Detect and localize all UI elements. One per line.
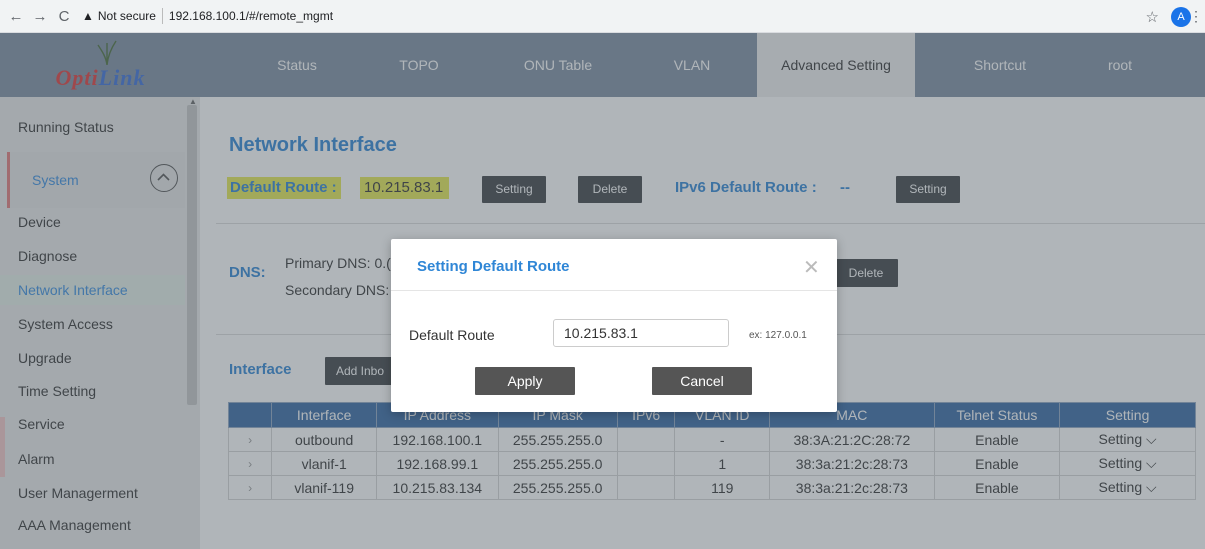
warning-icon: ▲ bbox=[82, 9, 94, 23]
default-route-input[interactable] bbox=[553, 319, 729, 347]
reload-icon[interactable]: C bbox=[52, 4, 76, 28]
profile-avatar[interactable]: A bbox=[1171, 7, 1191, 27]
address-bar[interactable]: ▲ Not secure 192.168.100.1/#/remote_mgmt bbox=[82, 8, 333, 24]
security-label: Not secure bbox=[97, 9, 156, 23]
dialog-divider bbox=[391, 290, 837, 291]
menu-icon[interactable]: ⋮ bbox=[1189, 8, 1203, 25]
url-text[interactable]: 192.168.100.1/#/remote_mgmt bbox=[169, 9, 333, 23]
forward-icon[interactable]: → bbox=[28, 4, 52, 28]
dialog-title: Setting Default Route bbox=[417, 258, 570, 275]
apply-button[interactable]: Apply bbox=[475, 367, 575, 395]
close-icon[interactable]: ✕ bbox=[803, 255, 820, 280]
default-route-field-label: Default Route bbox=[409, 327, 495, 343]
setting-default-route-dialog: Setting Default Route ✕ Default Route ex… bbox=[391, 239, 837, 412]
bookmark-star-icon[interactable]: ☆ bbox=[1146, 8, 1159, 26]
browser-toolbar: ← → C ▲ Not secure 192.168.100.1/#/remot… bbox=[0, 0, 1205, 33]
address-separator bbox=[161, 8, 163, 24]
default-route-hint: ex: 127.0.0.1 bbox=[749, 330, 807, 341]
back-icon[interactable]: ← bbox=[4, 4, 28, 28]
cancel-button[interactable]: Cancel bbox=[652, 367, 752, 395]
